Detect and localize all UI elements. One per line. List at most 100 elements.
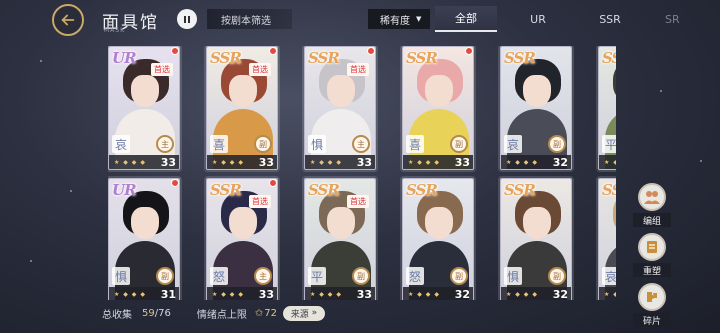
level-bar: ★ ◆ ◆ ◆ 32 [501,287,571,300]
filter-icon[interactable] [177,9,197,29]
preferred-tag: 首选 [347,63,369,76]
arrow-left-icon [61,14,75,26]
preferred-tag: 首选 [347,195,369,208]
emotion-badge: 惧 [308,135,326,153]
group-button[interactable]: 编组 [633,183,671,227]
mask-card[interactable]: SSR 哀 ★ ◆ ◆ ◆ [598,178,616,300]
mask-card[interactable]: SSR 首选 喜 副 ★ ◆ ◆ ◆ 33 [206,46,278,170]
level-bar: ★ ◆ ◆ ◆ 33 [305,155,375,169]
character-face [523,207,551,239]
card-level: 33 [258,287,274,301]
rarity-tabs: 全部 UR SSR SR [435,6,701,32]
mask-card[interactable]: SSR 惧 副 ★ ◆ ◆ ◆ 32 [500,178,572,300]
mask-card-grid: UR 首选 哀 主 ★ ◆ ◆ ◆ 33 SSR 首选 喜 副 ★ ◆ ◆ ◆ … [108,46,616,300]
card-level: 33 [356,155,372,169]
mask-card[interactable]: SSR 哀 副 ★ ◆ ◆ ◆ 32 [500,46,572,170]
source-button[interactable]: 来源 » [282,305,325,321]
rarity-badge: SSR [210,181,242,199]
emotion-badge: 平 [602,135,616,153]
star-rating-icon: ★ ◆ ◆ ◆ [506,158,538,166]
group-label: 编组 [633,213,671,227]
role-badge: 主 [352,135,370,153]
reshape-label: 重塑 [633,263,671,277]
mask-card[interactable]: SSR 平 ★ ◆ ◆ ◆ [598,46,616,170]
page-subtitle: MASK [104,27,126,34]
source-label: 来源 [290,309,309,320]
emotion-badge: 怒 [406,267,424,285]
character-face [425,207,453,239]
character-face [131,75,159,107]
star-rating-icon: ★ ◆ ◆ ◆ [114,290,146,298]
notification-dot [465,47,473,55]
star-rating-icon: ★ ◆ ◆ ◆ [310,158,342,166]
preferred-tag: 首选 [249,195,271,208]
level-bar: ★ ◆ ◆ ◆ 33 [207,155,277,169]
role-badge: 副 [450,267,468,285]
star-rating-icon: ★ ◆ ◆ ◆ [506,290,538,298]
emotion-badge: 平 [308,267,326,285]
mask-card[interactable]: SSR 怒 副 ★ ◆ ◆ ◆ 32 [402,178,474,300]
card-level: 33 [356,287,372,301]
emotion-cap-label: 情绪点上限 [196,309,247,321]
tab-ur[interactable]: UR [507,6,569,32]
star-rating-icon: ★ ◆ ◆ ◆ [212,158,244,166]
level-bar: ★ ◆ ◆ ◆ [599,155,616,169]
sparkle [660,90,662,92]
tab-sr[interactable]: SR [651,6,691,32]
total-count: /76 [154,307,171,319]
level-bar: ★ ◆ ◆ ◆ [599,287,616,300]
role-badge: 副 [548,267,566,285]
reshape-button[interactable]: 重塑 [633,233,671,277]
role-badge: 副 [254,135,272,153]
mask-card[interactable]: SSR 首选 平 副 ★ ◆ ◆ ◆ 33 [304,178,376,300]
rarity-badge: SSR [602,49,616,67]
collected-count: 59 [142,307,155,319]
group-icon [638,183,666,211]
card-level: 33 [258,155,274,169]
level-bar: ★ ◆ ◆ ◆ 31 [109,287,179,300]
rarity-badge: SSR [308,181,340,199]
rarity-sort-select[interactable]: 稀有度 ▼ [368,9,430,29]
star-rating-icon: ★ ◆ ◆ ◆ [212,290,244,298]
script-filter-button[interactable]: 按剧本筛选 [207,9,292,29]
notification-dot [171,179,179,187]
mask-card[interactable]: SSR 首选 惧 主 ★ ◆ ◆ ◆ 33 [304,46,376,170]
emotion-badge: 怒 [210,267,228,285]
collection-footer: 总收集 59 /76 情绪点上限 ✩ 72 来源 » [102,305,325,321]
caret-down-icon: ▼ [416,15,422,23]
fragment-button[interactable]: 碎片 [633,283,671,327]
level-bar: ★ ◆ ◆ ◆ 33 [403,155,473,169]
star-rating-icon: ★ ◆ ◆ ◆ [114,158,146,166]
sparkle [30,260,32,262]
card-level: 32 [552,287,568,301]
notification-dot [171,47,179,55]
card-level: 33 [454,155,470,169]
card-level: 33 [160,155,176,169]
mask-card[interactable]: UR 首选 哀 主 ★ ◆ ◆ ◆ 33 [108,46,180,170]
sort-label: 稀有度 [380,15,410,27]
character-face [523,75,551,107]
reshape-icon [638,233,666,261]
sparkle [40,60,42,62]
mask-card[interactable]: SSR 首选 怒 主 ★ ◆ ◆ ◆ 33 [206,178,278,300]
star-rating-icon: ★ ◆ ◆ ◆ [408,158,440,166]
preferred-tag: 首选 [249,63,271,76]
character-face [425,75,453,107]
character-face [327,75,355,107]
level-bar: ★ ◆ ◆ ◆ 33 [109,155,179,169]
emotion-badge: 哀 [504,135,522,153]
rarity-badge: SSR [504,181,536,199]
character-face [229,75,257,107]
tab-all[interactable]: 全部 [435,6,497,32]
star-rating-icon: ★ ◆ ◆ ◆ [604,290,616,298]
mask-card[interactable]: UR 惧 副 ★ ◆ ◆ ◆ 31 [108,178,180,300]
star-rating-icon: ★ ◆ ◆ ◆ [310,290,342,298]
back-button[interactable] [52,4,84,36]
mask-card[interactable]: SSR 喜 副 ★ ◆ ◆ ◆ 33 [402,46,474,170]
character-face [229,207,257,239]
tab-ssr[interactable]: SSR [579,6,641,32]
rarity-badge: SSR [504,49,536,67]
emotion-cap-value: 72 [264,307,277,319]
emotion-badge: 惧 [504,267,522,285]
star-icon: ✩ [254,307,264,319]
